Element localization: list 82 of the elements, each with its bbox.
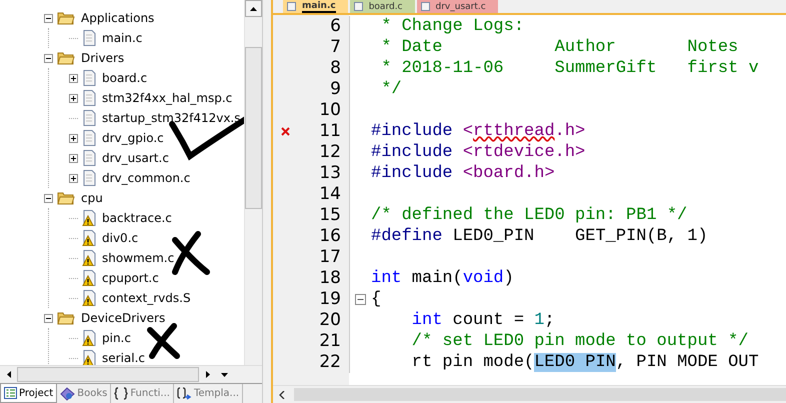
template-braces-icon	[176, 387, 192, 400]
code-line: #include <rtdevice.h>	[371, 143, 586, 162]
file-icon	[287, 2, 296, 11]
line-number: 6	[329, 16, 342, 37]
code-line: #include <board.h>	[371, 164, 555, 183]
file-label[interactable]: serial.c	[102, 351, 146, 365]
file-label[interactable]: drv_common.c	[102, 171, 190, 185]
file-label[interactable]: startup_stm32f412vx.s	[102, 111, 240, 125]
file-label[interactable]: drv_usart.c	[102, 151, 169, 165]
folder-label[interactable]: Applications	[81, 11, 154, 25]
file-label[interactable]: stm32f4xx_hal_msp.c	[102, 91, 232, 105]
collapse-box-icon[interactable]	[355, 294, 366, 305]
expand-box-icon[interactable]	[69, 174, 78, 182]
editor-tab[interactable]: drv_usart.c	[416, 0, 498, 13]
horizontal-scrollbar[interactable]	[273, 385, 786, 403]
folder-label[interactable]: cpu	[81, 191, 103, 205]
folder-label[interactable]: DeviceDrivers	[81, 311, 166, 325]
code-line: * 2018-11-06 SummerGift first v	[380, 59, 759, 78]
code-line: #include <rtthread.h>	[371, 122, 586, 141]
panel-tab[interactable]: Books	[57, 384, 112, 403]
expand-box-icon[interactable]	[69, 134, 78, 142]
line-number: 20	[318, 310, 342, 331]
code-line: rt pin mode(LED0 PIN, PIN MODE OUT	[410, 353, 759, 372]
scrollbar-thumb[interactable]	[17, 367, 199, 382]
line-number: 21	[318, 331, 342, 352]
file-label[interactable]: board.c	[102, 71, 148, 85]
editor-tab[interactable]: board.c	[350, 0, 415, 13]
collapse-box-icon[interactable]	[44, 54, 53, 62]
editor-tab[interactable]: main.c	[283, 0, 348, 13]
line-number: 15	[318, 205, 342, 226]
file-icon	[420, 2, 430, 11]
vertical-scrollbar[interactable]	[244, 0, 262, 365]
file-icon	[354, 2, 363, 11]
line-number: 18	[318, 268, 342, 289]
collapse-box-icon[interactable]	[44, 314, 53, 322]
scrollbar-thumb[interactable]	[245, 47, 262, 209]
list-icon	[4, 387, 17, 399]
book-icon	[60, 386, 76, 400]
expand-box-icon[interactable]	[69, 74, 78, 82]
file-label[interactable]: showmem.c	[102, 251, 174, 265]
expand-box-icon[interactable]	[69, 94, 78, 102]
line-number: 14	[318, 184, 342, 205]
line-number: 11	[318, 121, 342, 142]
file-label[interactable]: context_rvds.S	[102, 291, 191, 305]
line-number: 10	[318, 100, 342, 121]
line-number: 13	[318, 163, 342, 184]
file-label[interactable]: main.c	[102, 31, 142, 45]
code-line: */	[380, 80, 402, 99]
code-line: * Date Author Notes	[380, 38, 738, 57]
file-label[interactable]: cpuport.c	[102, 271, 159, 285]
line-number: 22	[318, 352, 342, 373]
file-label[interactable]: backtrace.c	[102, 211, 172, 225]
code-line: {	[371, 290, 382, 309]
code-line: /* defined the LED0 pin: PB1 */	[371, 206, 688, 225]
collapse-box-icon[interactable]	[44, 194, 53, 202]
line-number: 9	[329, 79, 342, 100]
horizontal-scrollbar[interactable]	[0, 365, 262, 383]
line-number: 19	[318, 289, 342, 310]
folder-icon	[57, 11, 75, 25]
code-line: /* set LED0 pin mode to output */	[410, 332, 748, 351]
file-label[interactable]: drv_gpio.c	[102, 131, 164, 145]
panel-tab[interactable]: Functi...	[111, 384, 174, 403]
folder-icon	[57, 311, 75, 325]
file-label[interactable]: pin.c	[102, 331, 131, 345]
line-number: 8	[329, 58, 342, 79]
code-line: int main(void)	[371, 269, 514, 288]
code-line: * Change Logs:	[380, 17, 524, 36]
file-label[interactable]: div0.c	[102, 231, 138, 245]
folder-icon	[57, 191, 75, 205]
line-number: 7	[329, 37, 342, 58]
braces-icon	[114, 387, 128, 400]
panel-tab[interactable]: Project	[0, 384, 58, 403]
code-line: #define LED0_PIN GET_PIN(B, 1)	[371, 227, 708, 246]
code-line: int count = 1;	[410, 311, 555, 330]
expand-box-icon[interactable]	[69, 154, 78, 162]
line-number: 16	[318, 226, 342, 247]
collapse-box-icon[interactable]	[44, 14, 53, 22]
line-number: 12	[318, 142, 342, 163]
folder-label[interactable]: Drivers	[81, 51, 124, 65]
line-number: 17	[318, 247, 342, 268]
cross-mark-drawing	[146, 322, 182, 360]
folder-icon	[57, 51, 75, 65]
